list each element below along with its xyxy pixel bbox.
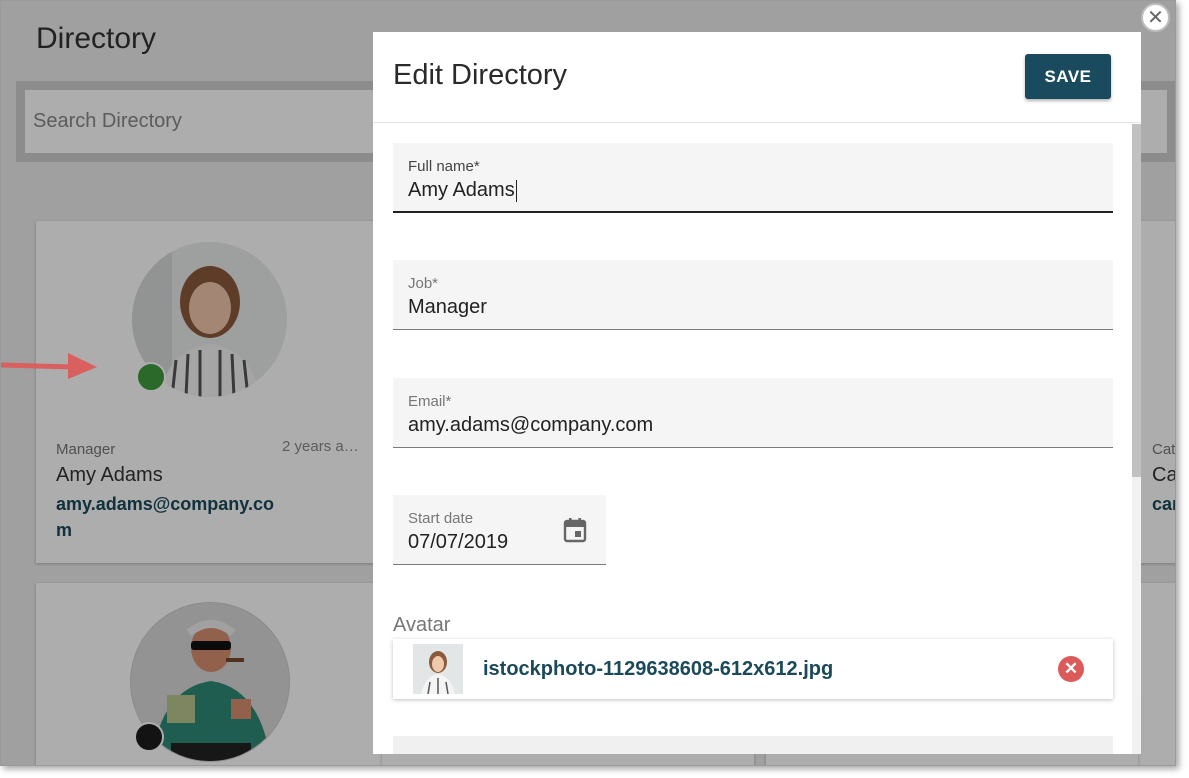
field-label: Full name*: [408, 158, 480, 175]
edit-directory-dialog: Edit Directory SAVE Full name* Amy Adams…: [373, 32, 1141, 754]
dialog-scrollbar[interactable]: [1132, 124, 1141, 754]
dialog-title: Edit Directory: [393, 59, 568, 91]
field-value-text: Amy Adams: [408, 179, 515, 201]
full-name-input[interactable]: Amy Adams: [408, 179, 517, 202]
start-date-field[interactable]: Start date 07/07/2019: [393, 495, 606, 565]
job-field[interactable]: Job* Manager: [393, 260, 1113, 330]
dialog-header: Edit Directory SAVE: [373, 32, 1141, 123]
avatar-label: Avatar: [393, 614, 451, 636]
field-label: Email*: [408, 393, 452, 410]
avatar-file-item: istockphoto-1129638608-612x612.jpg ✕: [393, 639, 1113, 699]
arrow-icon: [0, 353, 97, 379]
full-name-field[interactable]: Full name* Amy Adams: [393, 143, 1113, 213]
close-icon[interactable]: ✕: [1141, 3, 1170, 32]
app-window: Directory Search Directory Manager 2 yea…: [0, 0, 1176, 766]
start-date-input[interactable]: 07/07/2019: [408, 531, 508, 554]
email-field[interactable]: Email* amy.adams@company.com: [393, 378, 1113, 448]
file-thumbnail: [413, 644, 463, 694]
calendar-icon[interactable]: [563, 517, 587, 543]
scrollbar-thumb[interactable]: [1132, 124, 1141, 477]
job-input[interactable]: Manager: [408, 296, 487, 319]
email-input[interactable]: amy.adams@company.com: [408, 414, 653, 437]
next-field[interactable]: [393, 736, 1113, 754]
field-label: Job*: [408, 275, 439, 292]
file-name-link[interactable]: istockphoto-1129638608-612x612.jpg: [483, 658, 833, 681]
text-caret: [515, 179, 517, 202]
close-circle-icon[interactable]: ✕: [1058, 656, 1084, 682]
field-label: Start date: [408, 510, 474, 527]
save-button[interactable]: SAVE: [1025, 54, 1111, 99]
